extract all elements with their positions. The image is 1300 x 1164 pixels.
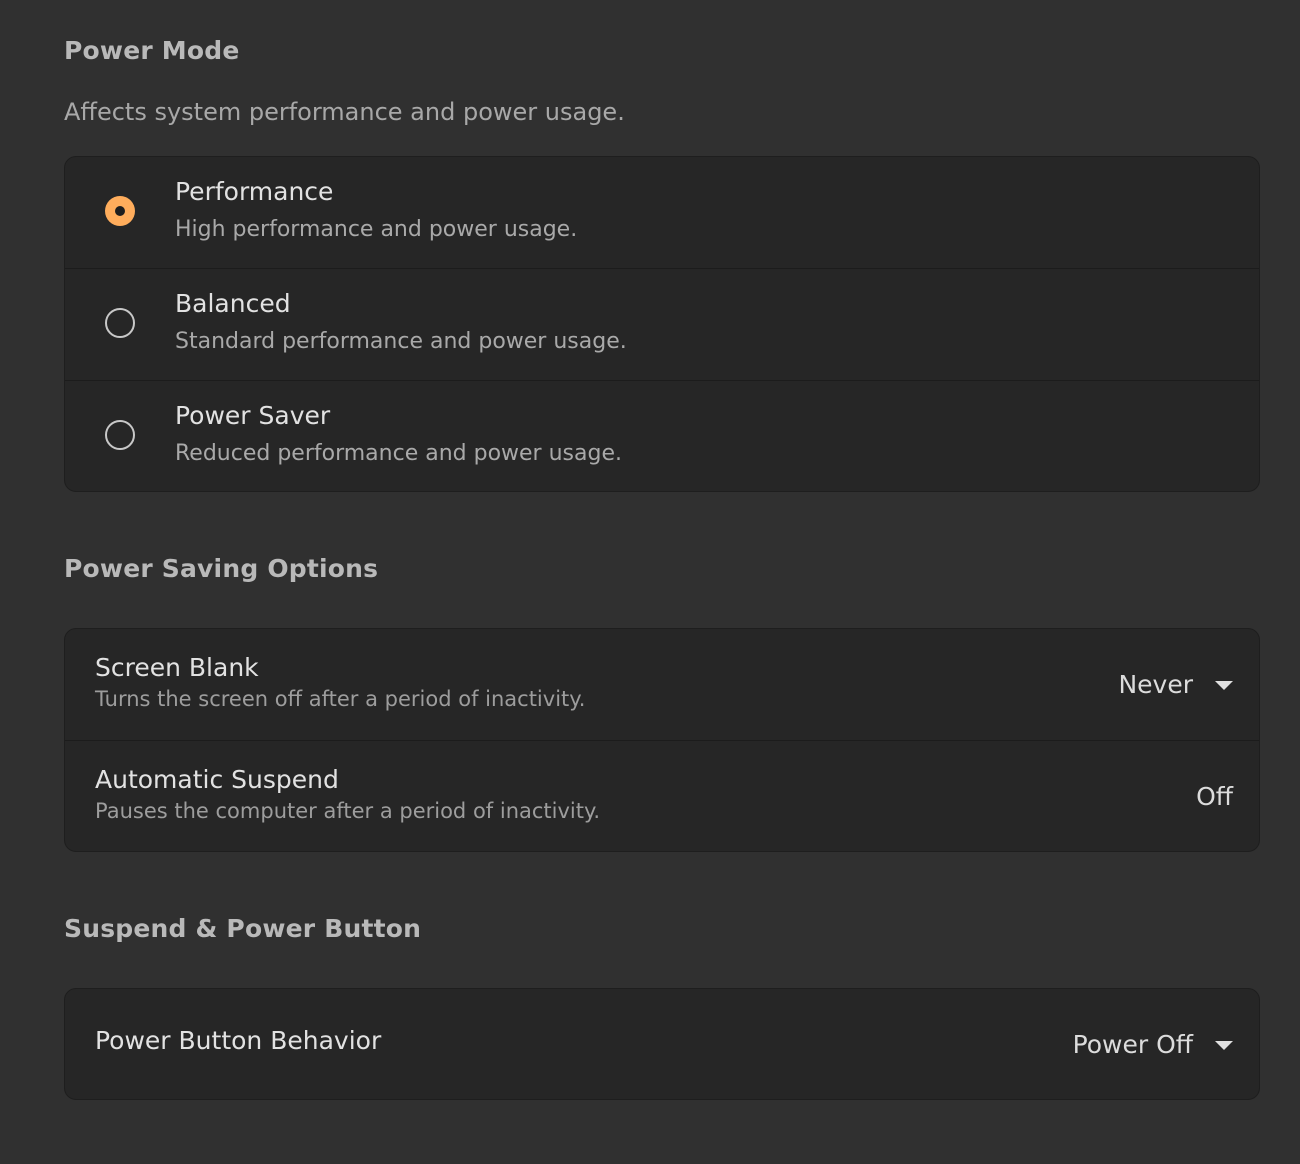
- option-label: Balanced: [175, 289, 291, 318]
- automatic-suspend-value: Off: [1196, 781, 1233, 811]
- screen-blank-label: Screen Blank: [95, 653, 259, 682]
- power-mode-option-performance[interactable]: Performance High performance and power u…: [65, 157, 1259, 269]
- power-button-behavior-label: Power Button Behavior: [95, 1026, 382, 1055]
- suspend-power-button-list: Power Button Behavior Power Off: [64, 988, 1260, 1100]
- option-description: Standard performance and power usage.: [175, 329, 627, 354]
- screen-blank-dropdown[interactable]: Never: [1118, 629, 1233, 739]
- chevron-down-icon: [1215, 681, 1233, 690]
- power-button-behavior-value: Power Off: [1072, 1029, 1193, 1059]
- power-saving-list: Screen Blank Turns the screen off after …: [64, 628, 1260, 852]
- power-saving-title: Power Saving Options: [64, 554, 379, 583]
- screen-blank-row: Screen Blank Turns the screen off after …: [65, 629, 1259, 741]
- option-description: High performance and power usage.: [175, 217, 578, 242]
- power-button-behavior-row: Power Button Behavior Power Off: [65, 989, 1259, 1099]
- power-mode-description: Affects system performance and power usa…: [64, 98, 625, 126]
- power-mode-option-balanced[interactable]: Balanced Standard performance and power …: [65, 269, 1259, 381]
- automatic-suspend-label: Automatic Suspend: [95, 765, 339, 794]
- radio-unchecked-icon[interactable]: [105, 308, 135, 338]
- radio-checked-icon[interactable]: [105, 196, 135, 226]
- power-settings-page: Power Mode Affects system performance an…: [0, 0, 1300, 1164]
- automatic-suspend-row[interactable]: Automatic Suspend Pauses the computer af…: [65, 741, 1259, 851]
- option-label: Power Saver: [175, 401, 331, 430]
- power-mode-option-power-saver[interactable]: Power Saver Reduced performance and powe…: [65, 381, 1259, 491]
- power-button-behavior-dropdown[interactable]: Power Off: [1073, 989, 1233, 1099]
- radio-unchecked-icon[interactable]: [105, 420, 135, 450]
- power-mode-list: Performance High performance and power u…: [64, 156, 1260, 492]
- automatic-suspend-description: Pauses the computer after a period of in…: [95, 799, 601, 823]
- chevron-down-icon: [1215, 1041, 1233, 1050]
- screen-blank-description: Turns the screen off after a period of i…: [95, 687, 586, 711]
- screen-blank-value: Never: [1118, 669, 1193, 699]
- suspend-power-button-title: Suspend & Power Button: [64, 914, 422, 943]
- power-mode-title: Power Mode: [64, 36, 240, 65]
- option-description: Reduced performance and power usage.: [175, 441, 622, 466]
- option-label: Performance: [175, 177, 334, 206]
